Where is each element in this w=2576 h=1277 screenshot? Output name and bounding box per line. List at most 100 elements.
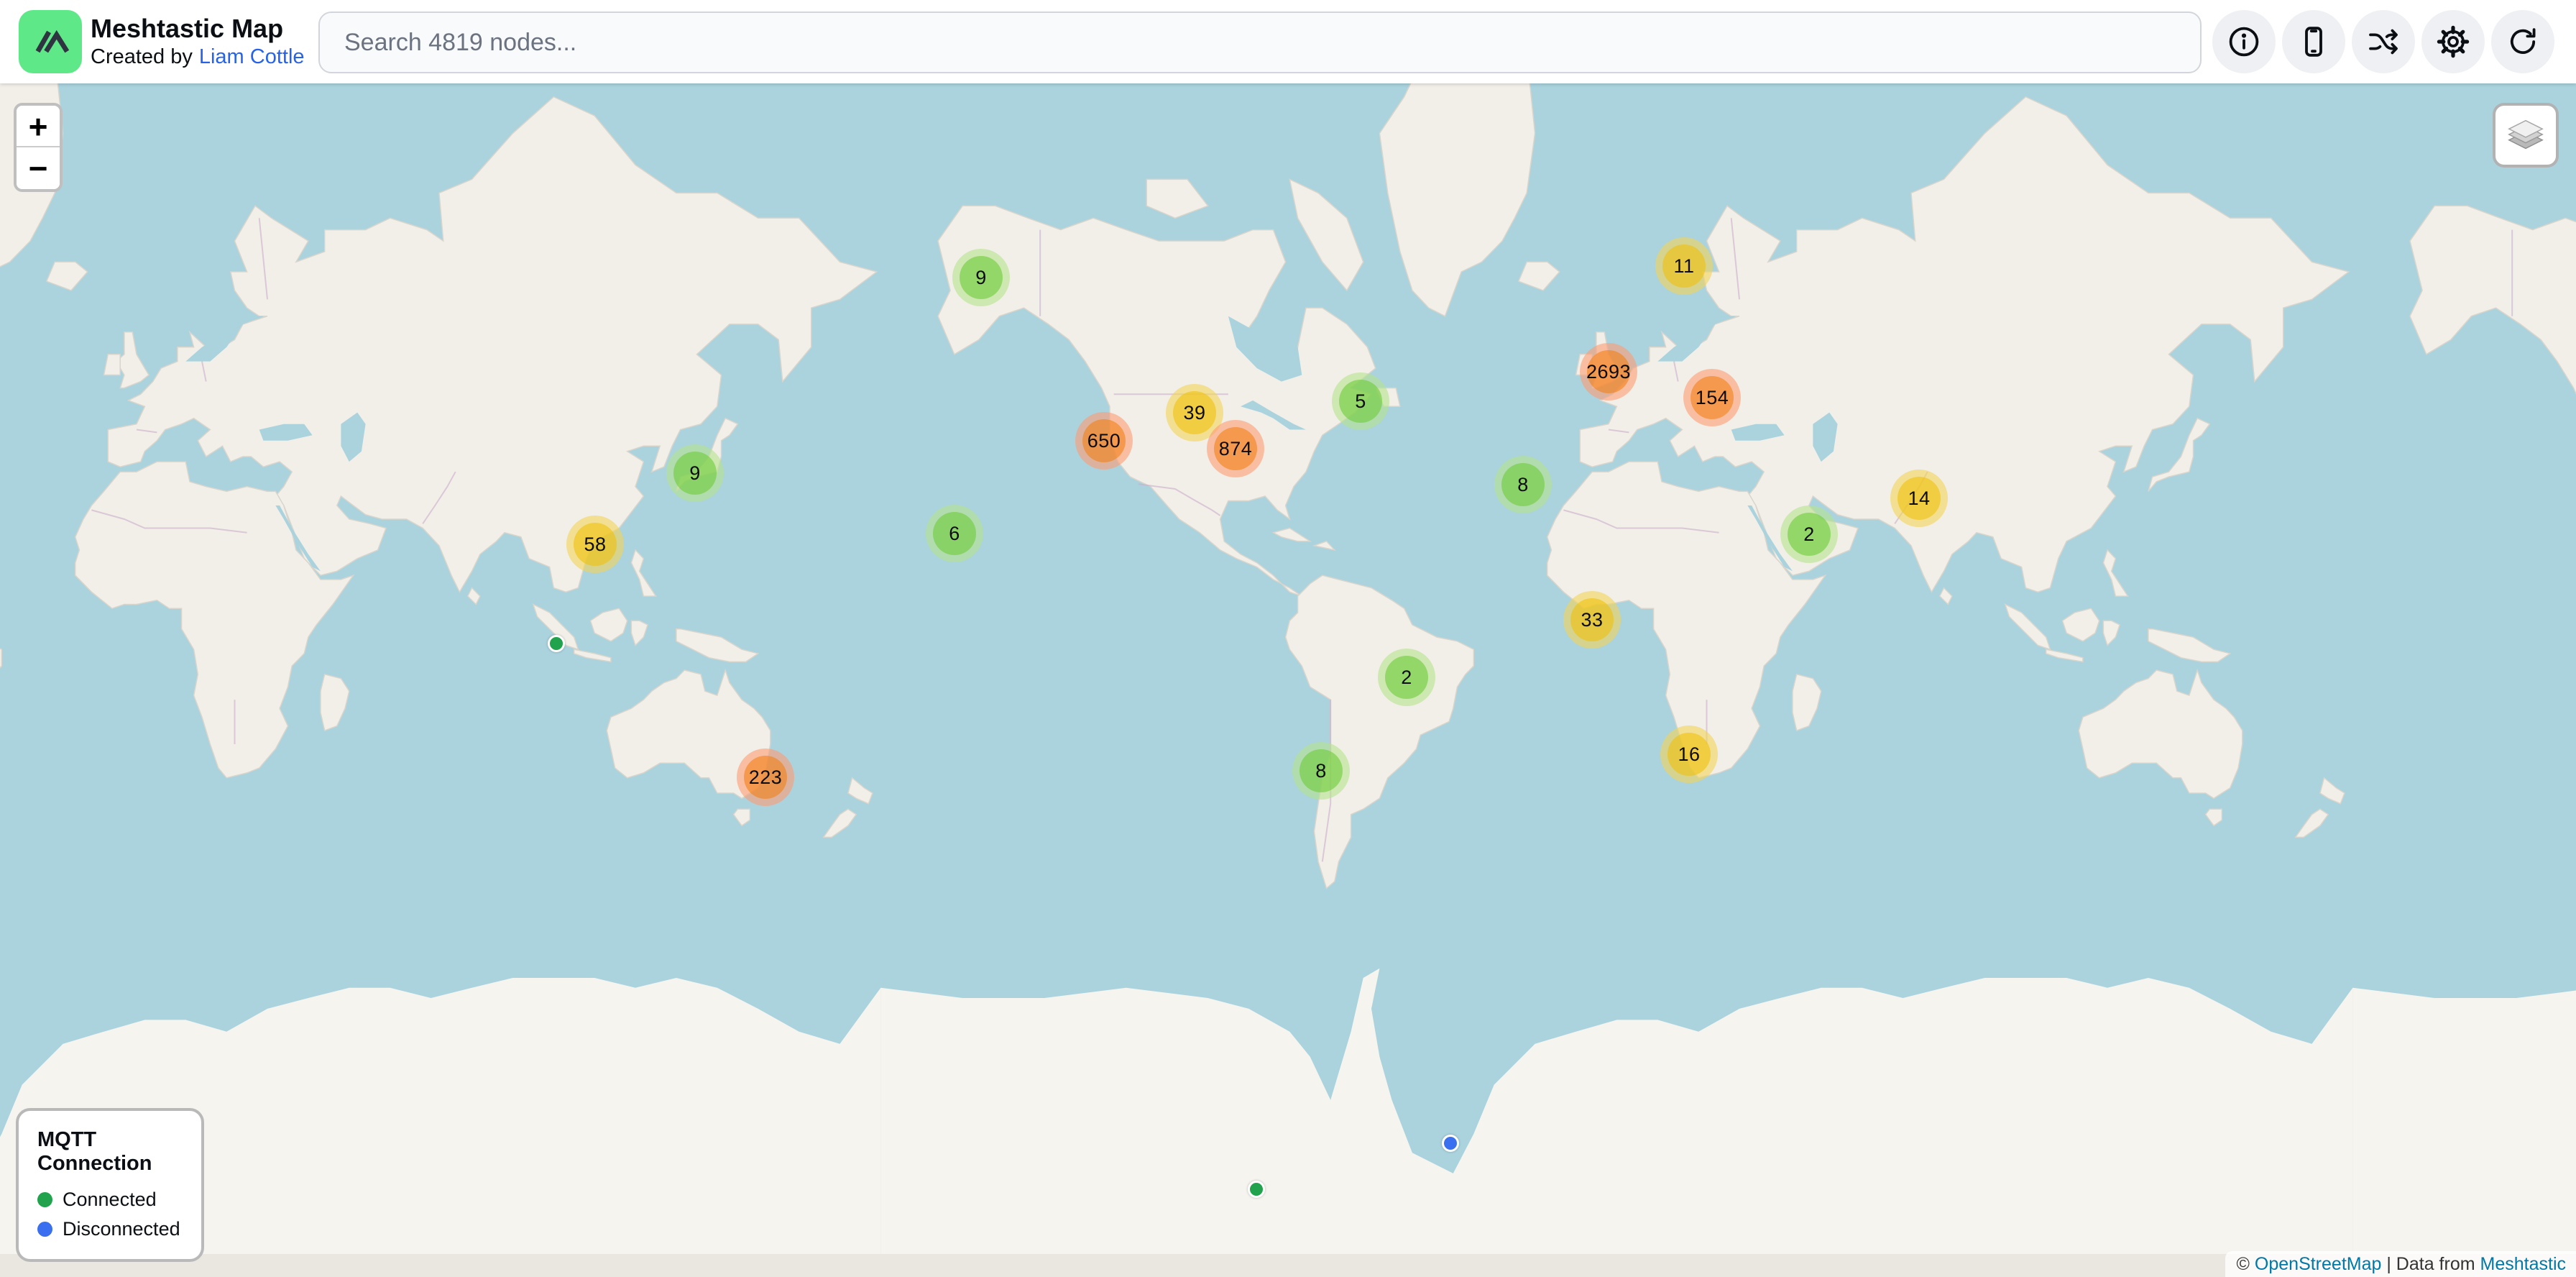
cluster-marker-medium[interactable]: 14: [1890, 470, 1948, 527]
author-link[interactable]: Liam Cottle: [199, 44, 305, 70]
shuffle-icon: [2366, 24, 2401, 59]
openstreetmap-link[interactable]: OpenStreetMap: [2255, 1254, 2382, 1275]
cluster-marker-small[interactable]: 6: [926, 505, 983, 562]
cluster-inner-circle: 8: [1501, 463, 1545, 506]
cluster-count: 39: [1183, 402, 1205, 424]
layers-icon: [2503, 114, 2548, 157]
cluster-marker-small[interactable]: 9: [952, 249, 1010, 306]
cluster-inner-circle: 650: [1082, 419, 1126, 462]
cluster-count: 2693: [1586, 361, 1631, 383]
cluster-marker-large[interactable]: 650: [1075, 412, 1133, 470]
cluster-inner-circle: 5: [1339, 380, 1382, 423]
connected-dot: [37, 1192, 52, 1207]
title-block: Meshtastic Map Created by Liam Cottle: [91, 10, 305, 73]
cluster-marker-large[interactable]: 874: [1207, 420, 1264, 477]
cluster-count: 8: [1315, 760, 1327, 782]
disconnected-label: Disconnected: [63, 1218, 180, 1240]
node-marker-disconnected[interactable]: [1442, 1135, 1459, 1152]
cluster-inner-circle: 9: [673, 452, 717, 495]
cluster-inner-circle: 58: [574, 523, 617, 566]
meshtastic-link[interactable]: Meshtastic: [2480, 1254, 2566, 1275]
cluster-inner-circle: 2693: [1587, 350, 1630, 393]
zoom-in-button[interactable]: +: [17, 106, 60, 147]
cluster-count: 2: [1401, 667, 1412, 689]
search-wrap: [318, 12, 2202, 73]
cluster-inner-circle: 223: [744, 756, 787, 799]
cluster-count: 650: [1087, 430, 1121, 452]
connected-label: Connected: [63, 1189, 157, 1211]
page-title: Meshtastic Map: [91, 13, 305, 44]
zoom-out-button[interactable]: −: [17, 147, 60, 189]
cluster-inner-circle: 11: [1662, 244, 1706, 288]
cluster-inner-circle: 2: [1385, 656, 1428, 699]
cluster-inner-circle: 8: [1300, 749, 1343, 792]
cluster-marker-small[interactable]: 2: [1378, 649, 1435, 706]
cluster-marker-medium[interactable]: 11: [1655, 237, 1713, 295]
info-button[interactable]: [2212, 10, 2276, 73]
cluster-marker-medium[interactable]: 33: [1563, 591, 1621, 649]
map-attribution: © OpenStreetMap | Data from Meshtastic: [2225, 1251, 2576, 1277]
cluster-inner-circle: 154: [1690, 376, 1734, 419]
layers-control[interactable]: [2493, 103, 2559, 168]
cluster-inner-circle: 6: [933, 512, 976, 555]
cluster-count: 9: [975, 267, 987, 289]
byline-prefix: Created by: [91, 44, 193, 70]
cluster-inner-circle: 9: [960, 256, 1003, 299]
cluster-count: 874: [1219, 438, 1253, 460]
cluster-count: 11: [1673, 255, 1694, 278]
cluster-marker-large[interactable]: 154: [1683, 369, 1741, 426]
legend-title: MQTT Connection: [37, 1128, 184, 1176]
cluster-count: 33: [1581, 609, 1603, 631]
node-marker-connected[interactable]: [548, 635, 565, 652]
cluster-marker-small[interactable]: 8: [1292, 742, 1350, 800]
meshtastic-logo-icon: [28, 19, 73, 64]
meshtastic-logo: [19, 10, 82, 73]
mobile-device-icon: [2296, 24, 2331, 59]
cluster-marker-medium[interactable]: 16: [1660, 726, 1718, 783]
world-map: [0, 83, 2576, 1277]
cluster-count: 9: [689, 462, 701, 485]
search-input[interactable]: [318, 12, 2202, 73]
attribution-middle: | Data from: [2386, 1254, 2475, 1275]
cluster-marker-small[interactable]: 2: [1780, 505, 1838, 563]
zoom-control: + −: [14, 103, 63, 192]
cluster-count: 223: [749, 766, 783, 789]
cluster-marker-small[interactable]: 5: [1332, 372, 1389, 430]
settings-button[interactable]: [2421, 10, 2485, 73]
cluster-count: 8: [1517, 474, 1529, 496]
cluster-inner-circle: 14: [1898, 477, 1941, 520]
disconnected-dot: [37, 1222, 52, 1237]
app-header: Meshtastic Map Created by Liam Cottle: [0, 0, 2576, 83]
legend-row-connected: Connected: [37, 1189, 184, 1211]
cluster-marker-small[interactable]: 8: [1494, 456, 1552, 513]
cluster-marker-large[interactable]: 223: [737, 749, 794, 806]
refresh-button[interactable]: [2491, 10, 2554, 73]
cluster-inner-circle: 33: [1570, 598, 1614, 641]
cluster-count: 5: [1355, 390, 1366, 413]
cluster-inner-circle: 39: [1173, 391, 1216, 434]
refresh-icon: [2506, 24, 2540, 59]
node-marker-connected[interactable]: [1248, 1181, 1265, 1198]
cluster-inner-circle: 2: [1788, 513, 1831, 556]
info-icon: [2227, 24, 2261, 59]
cluster-count: 2: [1803, 523, 1815, 546]
cluster-marker-large[interactable]: 2693: [1580, 343, 1637, 401]
cluster-count: 14: [1908, 488, 1930, 510]
cluster-count: 16: [1678, 743, 1700, 766]
settings-icon: [2436, 24, 2470, 59]
header-buttons: [2212, 10, 2554, 73]
cluster-inner-circle: 874: [1214, 427, 1257, 470]
mobile-app-button[interactable]: [2282, 10, 2345, 73]
random-node-button[interactable]: [2352, 10, 2415, 73]
cluster-inner-circle: 16: [1668, 733, 1711, 776]
cluster-count: 6: [949, 523, 960, 545]
legend-row-disconnected: Disconnected: [37, 1218, 184, 1240]
cluster-count: 58: [584, 534, 606, 556]
map-canvas[interactable]: [0, 83, 2576, 1277]
copyright-symbol: ©: [2237, 1254, 2250, 1275]
byline: Created by Liam Cottle: [91, 44, 305, 70]
cluster-count: 154: [1696, 387, 1729, 409]
cluster-marker-small[interactable]: 9: [666, 444, 724, 502]
cluster-marker-medium[interactable]: 58: [566, 516, 624, 573]
mqtt-legend: MQTT Connection Connected Disconnected: [16, 1108, 204, 1262]
